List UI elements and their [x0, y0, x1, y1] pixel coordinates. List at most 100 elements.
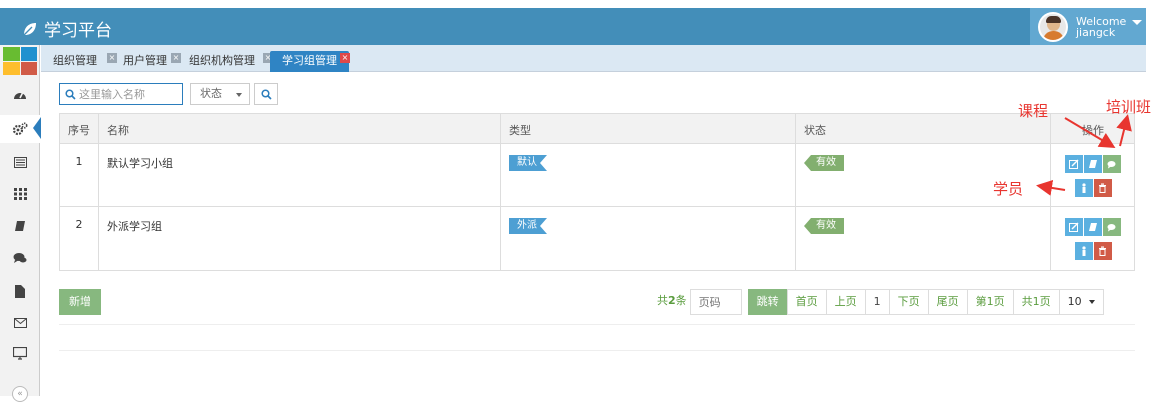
table-row[interactable]: 2 外派学习组 外派 有效: [60, 207, 1134, 270]
tab-label: 学习组管理: [282, 54, 337, 67]
first-page-button[interactable]: 首页: [786, 289, 827, 315]
edit-button[interactable]: [1065, 155, 1083, 173]
comments-icon: [13, 253, 27, 263]
status-cell: 有效: [796, 207, 1051, 270]
list-icon: [13, 156, 27, 168]
sidebar-item-dashboard[interactable]: [0, 80, 40, 108]
search-button[interactable]: [254, 83, 278, 105]
top-navbar: 学习平台 Welcome jiangck: [0, 0, 1160, 45]
page-info: 第1页: [966, 289, 1014, 315]
course-button[interactable]: [1084, 155, 1102, 173]
tab-study-group[interactable]: 学习组管理 ×: [270, 51, 350, 72]
course-annotation: 课程: [1018, 102, 1049, 120]
sidebar-item-grid[interactable]: [0, 180, 40, 208]
leaf-icon: [23, 22, 36, 35]
app-title: 学习平台: [44, 21, 112, 41]
page-number-input[interactable]: [689, 289, 742, 315]
tab-label: 组织管理: [53, 54, 97, 67]
tabbar-scroll: [1150, 50, 1160, 76]
user-menu[interactable]: Welcome jiangck: [1030, 8, 1146, 45]
tab-org-manage[interactable]: 组织管理 ×: [41, 51, 117, 72]
type-badge: 外派: [509, 218, 547, 234]
students-annotation: 学员: [993, 180, 1024, 198]
edit-button[interactable]: [1065, 218, 1083, 236]
col-header-status: 状态: [796, 114, 1051, 143]
students-button[interactable]: [1074, 242, 1093, 260]
search-input[interactable]: [79, 87, 179, 101]
type-cell: 外派: [501, 207, 796, 270]
sidebar-item-settings[interactable]: [0, 115, 41, 143]
actions-cell: [1051, 144, 1135, 206]
user-name: jiangck: [1076, 25, 1116, 39]
sidebar-item-book[interactable]: [0, 212, 40, 240]
welcome-text: Welcome jiangck: [1076, 16, 1126, 38]
delete-button[interactable]: [1093, 242, 1112, 260]
sidebar-item-list[interactable]: [0, 148, 40, 176]
next-page-button[interactable]: 下页: [888, 289, 929, 315]
gears-icon: [12, 122, 28, 136]
status-badge: 有效: [804, 155, 844, 171]
table-header: 序号 名称 类型 状态 操作: [60, 114, 1134, 144]
divider: [59, 350, 1135, 351]
col-header-no: 序号: [60, 114, 99, 143]
sidebar-item-desktop[interactable]: [0, 339, 40, 367]
pages-info: 共1页: [1012, 289, 1060, 315]
sidebar-item-comments[interactable]: [0, 244, 40, 272]
avatar: [1038, 11, 1068, 42]
search-field[interactable]: [59, 83, 183, 105]
add-button[interactable]: 新增: [59, 289, 101, 315]
row-no: 2: [60, 207, 99, 270]
table-row[interactable]: 1 默认学习小组 默认 有效: [60, 144, 1134, 207]
row-name: 外派学习组: [99, 207, 501, 270]
divider: [59, 324, 1135, 325]
book-icon: [1089, 160, 1097, 168]
caret-down-icon: [236, 93, 242, 97]
jump-button[interactable]: 跳转: [747, 289, 788, 315]
book-icon: [1089, 223, 1097, 231]
file-icon: [15, 284, 25, 298]
study-group-table: 序号 名称 类型 状态 操作 1 默认学习小组 默认 有效 2 外派学习组 外派…: [59, 113, 1135, 271]
sidebar-item-file[interactable]: [0, 277, 40, 305]
type-cell: 默认: [501, 144, 796, 206]
chevron-down-icon: [1132, 20, 1143, 25]
status-select[interactable]: 状态: [190, 83, 250, 105]
page-size-select[interactable]: 10: [1058, 289, 1104, 315]
status-badge: 有效: [804, 218, 844, 234]
sidebar: «: [0, 45, 41, 402]
sidebar-item-mail[interactable]: [0, 309, 40, 337]
close-icon[interactable]: ×: [340, 53, 350, 63]
training-button[interactable]: [1103, 218, 1121, 236]
tab-org-structure[interactable]: 组织机构管理 ×: [177, 51, 273, 72]
tab-label: 组织机构管理: [189, 54, 255, 67]
total-count: 共2条: [649, 289, 691, 315]
prev-page-button[interactable]: 上页: [825, 289, 866, 315]
delete-button[interactable]: [1093, 179, 1112, 197]
edit-icon: [1069, 222, 1079, 232]
brand[interactable]: 学习平台: [22, 16, 112, 41]
trash-icon: [1099, 183, 1106, 193]
col-header-actions: 操作: [1082, 124, 1104, 137]
comments-icon: [1107, 160, 1116, 168]
shortcut-tiles[interactable]: [0, 45, 40, 77]
row-name: 默认学习小组: [99, 144, 501, 206]
edit-icon: [1069, 159, 1079, 169]
sidebar-collapse-button[interactable]: «: [12, 386, 28, 402]
row-no: 1: [60, 144, 99, 206]
dashboard-icon: [14, 91, 26, 99]
pagination: 共2条 跳转 首页 上页 1 下页 尾页 第1页 共1页 10: [649, 289, 1104, 315]
user-icon: [1081, 183, 1086, 193]
course-button[interactable]: [1084, 218, 1102, 236]
grid-icon: [13, 188, 27, 200]
trash-icon: [1099, 246, 1106, 256]
status-select-label: 状态: [200, 87, 222, 100]
tab-bar: 组织管理 × 用户管理 × 组织机构管理 × 学习组管理 ×: [41, 45, 1146, 72]
search-icon: [65, 88, 76, 100]
current-page[interactable]: 1: [864, 289, 890, 315]
last-page-button[interactable]: 尾页: [927, 289, 968, 315]
training-button[interactable]: [1103, 155, 1121, 173]
user-icon: [1081, 246, 1086, 256]
comments-icon: [1107, 223, 1116, 231]
students-button[interactable]: [1074, 179, 1093, 197]
tab-user-manage[interactable]: 用户管理 ×: [111, 51, 181, 72]
type-badge: 默认: [509, 155, 547, 171]
